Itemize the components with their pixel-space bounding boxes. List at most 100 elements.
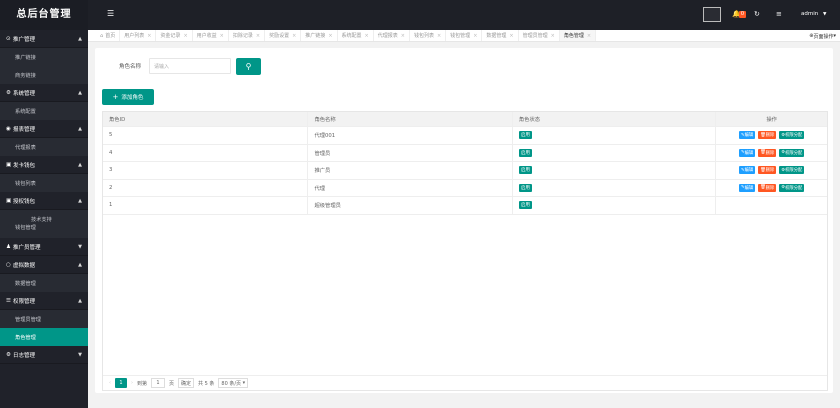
header-role-name: 角色名称 (308, 112, 513, 126)
next-page-icon[interactable]: › (131, 380, 133, 386)
close-icon[interactable]: × (551, 33, 555, 39)
current-page[interactable]: 1 (115, 378, 127, 388)
plus-icon: + (112, 93, 119, 101)
sidebar-item[interactable]: 数据管理 (0, 274, 88, 292)
sidebar-item[interactable]: 系统配置 (0, 102, 88, 120)
tab-bar: ⌂ 首页 用户列表 × 资金记录 × 用户收益 × 扣除记录 × 奖励设置 × 推广链接 × 系统配置 × 代理… (88, 30, 840, 42)
prev-page-icon[interactable]: ‹ (109, 380, 111, 386)
permission-button[interactable]: ⚙ 权限分配 (779, 183, 805, 192)
header-operations: 操作 (766, 117, 777, 123)
grid-icon[interactable]: ≡ (776, 10, 782, 18)
sidebar-item[interactable]: 代理报表 (0, 138, 88, 156)
sidebar-group[interactable]: ▣ 授权钱包 ▲ (0, 192, 88, 210)
refresh-icon[interactable]: ↻ (754, 10, 760, 18)
tab[interactable]: 角色管理 × (559, 30, 597, 41)
role-name-input[interactable]: 请输入 (149, 58, 231, 74)
sidebar-group[interactable]: ☰ 权限管理 ▲ (0, 292, 88, 310)
sidebar-item[interactable]: 推广链接 (0, 48, 88, 66)
close-icon[interactable]: × (292, 33, 296, 39)
tab[interactable]: 奖励设置 × (265, 30, 302, 41)
sidebar-item[interactable]: 商务链接 (0, 66, 88, 84)
sidebar-item-label: 钱包管理 (15, 225, 36, 231)
permission-button[interactable]: ⚙ 权限分配 (779, 131, 805, 140)
sidebar-group[interactable]: ⊙ 推广管理 ▲ (0, 30, 88, 48)
tab-label: 奖励设置 (269, 33, 290, 39)
delete-button[interactable]: 🗑 删除 (758, 131, 777, 140)
sidebar-item[interactable]: 钱包列表 (0, 174, 88, 192)
edit-button[interactable]: ✎ 编辑 (739, 183, 756, 192)
row-actions: ✎ 编辑 🗑 删除 ⚙ 权限分配 (739, 183, 805, 192)
permission-button[interactable]: ⚙ 权限分配 (779, 166, 805, 175)
sidebar-group[interactable]: ◉ 报表管理 ▲ (0, 120, 88, 138)
tab[interactable]: 代理报表 × (374, 30, 410, 41)
close-icon[interactable]: × (401, 33, 405, 39)
add-role-button[interactable]: + 添加角色 (102, 89, 154, 105)
per-page-select[interactable]: 80 条/页 ▾ (218, 378, 249, 388)
tab[interactable]: ⌂ 首页 (88, 30, 121, 41)
sidebar-group[interactable]: ⚙ 日志管理 ▼ (0, 346, 88, 364)
tab[interactable]: 用户列表 × (120, 30, 157, 41)
tab[interactable]: 系统配置 × (338, 30, 374, 41)
status-badge: 启用 (518, 201, 532, 210)
caret-down-icon: ▼ (78, 243, 82, 250)
edit-button[interactable]: ✎ 编辑 (739, 166, 756, 175)
close-icon[interactable]: × (256, 33, 260, 39)
sidebar-group[interactable]: ⚙ 系统管理 ▲ (0, 84, 88, 102)
tab[interactable]: 钱包管理 × (446, 30, 483, 41)
close-icon[interactable]: × (147, 33, 151, 39)
caret-down-icon[interactable]: ▼ (823, 12, 826, 17)
delete-button[interactable]: 🗑 删除 (758, 166, 777, 175)
close-icon[interactable]: × (220, 33, 224, 39)
cell-role-name: 管理员 (308, 144, 513, 161)
sidebar-item[interactable]: 角色管理 (0, 328, 88, 346)
page-input[interactable]: 1 (151, 378, 166, 388)
permission-button[interactable]: ⚙ 权限分配 (779, 148, 805, 157)
goto-label: 到第 (137, 380, 148, 387)
user-menu[interactable]: admin (801, 11, 818, 17)
close-icon[interactable]: × (587, 33, 591, 39)
sidebar: 总后台管理 ⊙ 推广管理 ▲ 推广链接 商务链接 ⚙ 系统管理 ▲ 系统配置 ◉ 报表管理 ▲ 代理报表… (0, 0, 88, 408)
action-label: 权限分配 (785, 185, 803, 191)
pagination: ‹ 1 › 到第 1 页 确定 共 5 条 80 条/页 ▾ (103, 375, 827, 390)
fullscreen-box[interactable] (703, 7, 721, 22)
close-icon[interactable]: × (328, 33, 332, 39)
tab[interactable]: 数据管理 × (482, 30, 519, 41)
tab[interactable]: 钱包列表 × (410, 30, 447, 41)
delete-button[interactable]: 🗑 删除 (758, 183, 777, 192)
tab[interactable]: 扣除记录 × (229, 30, 266, 41)
delete-button[interactable]: 🗑 删除 (758, 148, 777, 157)
goto-confirm-button[interactable]: 确定 (178, 378, 195, 388)
action-label: 删除 (765, 150, 775, 156)
status-badge: 启用 (518, 131, 532, 140)
sidebar-group-label: 虚拟数据 (13, 262, 36, 269)
tab[interactable]: 用户收益 × (193, 30, 229, 41)
cell-role-status: 启用 (513, 162, 717, 179)
close-icon[interactable]: × (365, 33, 369, 39)
circle-icon: ○ (6, 261, 11, 268)
menu-fold-icon[interactable]: ☰ (107, 9, 114, 18)
table-row: 1 超级管理员 启用 (103, 197, 827, 215)
close-icon[interactable]: × (437, 33, 441, 39)
sidebar-group[interactable]: ○ 虚拟数据 ▲ (0, 256, 88, 274)
cell-role-name: 代理 (308, 179, 513, 196)
status-badge: 启用 (518, 148, 532, 157)
tab-label: 用户收益 (196, 33, 217, 39)
gear-icon: ⚙ (6, 351, 11, 358)
tab[interactable]: 资金记录 × (156, 30, 193, 41)
sidebar-group[interactable]: ▣ 发卡钱包 ▲ (0, 156, 88, 174)
tab-label: 管理员管理 (522, 33, 548, 39)
tab[interactable]: 推广链接 × (301, 30, 338, 41)
sidebar-item[interactable]: 技术支持 钱包管理 (0, 210, 88, 238)
close-icon[interactable]: × (509, 33, 513, 39)
tab[interactable]: 管理员管理 × (519, 30, 560, 41)
role-table: 角色ID 角色名称 角色状态 操作 5 代理001 启用 ✎ 编辑 🗑 删除 ⚙ 权限分配… (102, 111, 828, 391)
close-icon[interactable]: × (473, 33, 477, 39)
edit-button[interactable]: ✎ 编辑 (739, 148, 756, 157)
sidebar-group[interactable]: ♟ 推广员管理 ▼ (0, 238, 88, 256)
action-label: 编辑 (744, 185, 754, 191)
tab-operations[interactable]: ⊕ 页面操作 ▾ (805, 30, 836, 41)
edit-button[interactable]: ✎ 编辑 (739, 131, 756, 140)
sidebar-item[interactable]: 管理员管理 (0, 310, 88, 328)
close-icon[interactable]: × (183, 33, 187, 39)
search-button[interactable]: ⚲ (236, 58, 261, 75)
